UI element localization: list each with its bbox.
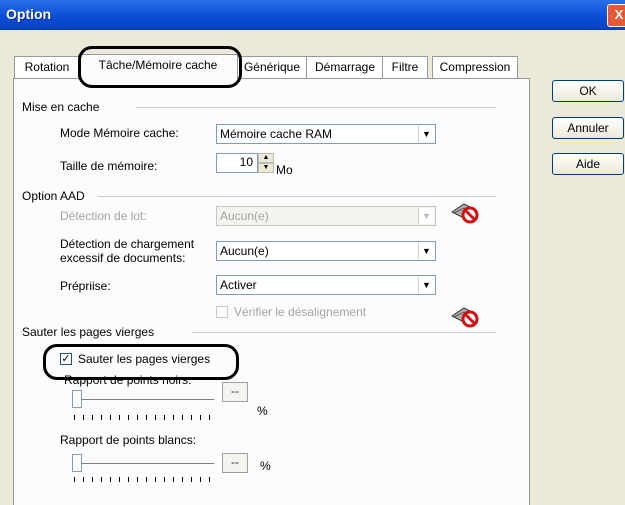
cache-mode-select[interactable]: Mémoire cache RAM ▼ [216, 124, 436, 144]
skew-check-label: Vérifier le désalignement [234, 305, 367, 319]
white-ratio-track [74, 463, 214, 465]
prepick-label: Prépriise: [60, 279, 111, 293]
black-ratio-track [74, 399, 214, 401]
spin-up-icon[interactable]: ▲ [258, 153, 274, 163]
white-ratio-ticks [74, 477, 210, 482]
overload-detect-select[interactable]: Aucun(e) ▼ [216, 241, 436, 261]
batch-detect-value: Aucun(e) [220, 209, 269, 223]
overload-label-line2: excessif de documents: [60, 251, 186, 265]
tab-panel: Mise en cache Mode Mémoire cache: Mémoir… [13, 78, 530, 505]
tab-compression[interactable]: Compression [432, 56, 518, 78]
blank-group-label: Sauter les pages vierges [22, 325, 155, 339]
chevron-down-icon[interactable]: ▼ [418, 126, 434, 142]
aad-group-label: Option AAD [22, 189, 85, 203]
tab-rotation[interactable]: Rotation [14, 56, 80, 78]
white-ratio-label: Rapport de points blancs: [60, 433, 197, 447]
black-ratio-ticks [74, 415, 210, 420]
cache-size-input[interactable]: 10 [216, 153, 258, 173]
chevron-down-icon[interactable]: ▼ [418, 277, 434, 293]
skip-blank-checkbox[interactable]: ✓ [60, 353, 72, 365]
black-ratio-value: -- [222, 382, 248, 402]
batch-detect-label: Détection de lot: [60, 209, 147, 223]
option-dialog: Option X Rotation Tâche/Mémoire cache Gé… [0, 0, 625, 505]
chevron-down-icon: ▼ [418, 208, 434, 224]
overload-detect-value: Aucun(e) [220, 244, 269, 258]
white-ratio-value: -- [222, 453, 248, 473]
help-button[interactable]: Aide [552, 153, 624, 175]
no-scanner-icon [451, 307, 479, 328]
aad-group-line [98, 196, 496, 197]
tab-task-cache[interactable]: Tâche/Mémoire cache [78, 54, 238, 80]
white-ratio-percent: % [260, 459, 271, 473]
tab-filter[interactable]: Filtre [382, 56, 428, 78]
chevron-down-icon[interactable]: ▼ [418, 243, 434, 259]
black-ratio-label: Rapport de points noirs: [64, 373, 192, 387]
cache-group-line [136, 107, 496, 108]
overload-label-line1: Détection de chargement [60, 237, 195, 251]
batch-detect-select: Aucun(e) ▼ [216, 206, 436, 226]
window-title: Option [6, 6, 52, 22]
black-ratio-slider[interactable] [72, 390, 82, 408]
tab-startup[interactable]: Démarrage [306, 56, 384, 78]
cache-size-unit: Mo [276, 163, 293, 177]
close-button[interactable]: X [607, 4, 625, 27]
no-scanner-icon [451, 203, 479, 224]
cache-size-label: Taille de mémoire: [60, 159, 158, 173]
cancel-button[interactable]: Annuler [552, 117, 624, 139]
title-bar: Option X [0, 0, 625, 30]
prepick-select[interactable]: Activer ▼ [216, 275, 436, 295]
ok-button[interactable]: OK [552, 80, 624, 102]
cache-mode-value: Mémoire cache RAM [220, 127, 333, 141]
cache-group-label: Mise en cache [22, 100, 100, 114]
black-ratio-percent: % [257, 404, 268, 418]
prepick-value: Activer [220, 278, 257, 292]
white-ratio-slider[interactable] [72, 454, 82, 472]
spin-down-icon[interactable]: ▼ [258, 163, 274, 173]
skew-check-checkbox [216, 306, 228, 318]
cache-mode-label: Mode Mémoire cache: [60, 126, 179, 140]
tab-generic[interactable]: Générique [236, 56, 308, 78]
blank-group-line [192, 332, 496, 333]
skip-blank-label[interactable]: Sauter les pages vierges [78, 352, 210, 366]
